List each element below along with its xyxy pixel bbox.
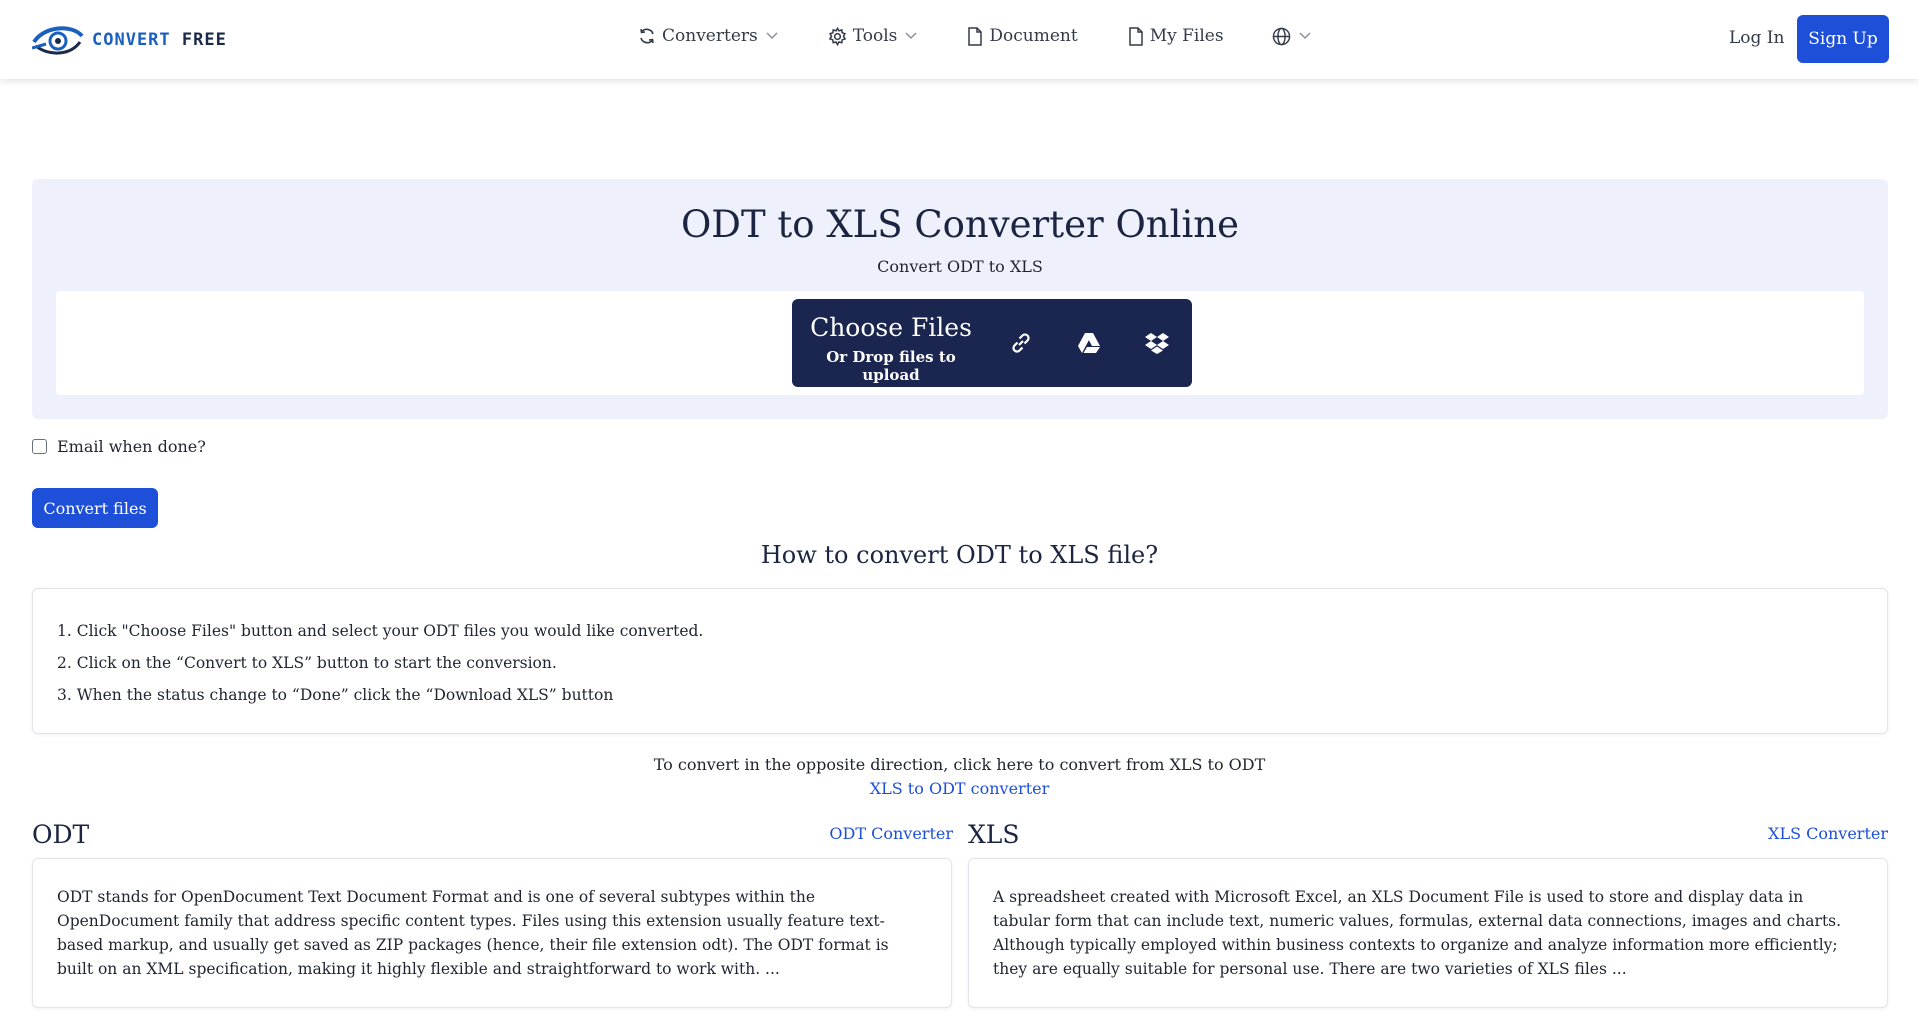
nav-my-files[interactable]: My Files [1128,26,1224,46]
file-dropzone[interactable]: Choose Files Or Drop files to upload [56,291,1864,395]
odt-converter-link[interactable]: ODT Converter [829,824,953,843]
site-header: CONVERT FREE Converters Tools Document M… [0,0,1919,79]
nav-my-files-label: My Files [1149,26,1224,46]
file-icon [1128,26,1143,46]
email-label: Email when done? [57,437,206,456]
nav-document[interactable]: Document [967,26,1078,46]
email-option: Email when done? [32,437,206,456]
logo-text: CONVERT FREE [92,30,227,50]
nav-language[interactable] [1272,27,1311,46]
odt-section-title: ODT [32,820,90,849]
link-icon [1012,333,1030,353]
xls-description-card: A spreadsheet created with Microsoft Exc… [968,858,1888,1008]
converter-hero: ODT to XLS Converter Online Convert ODT … [32,179,1888,419]
nav-converters[interactable]: Converters [638,26,778,46]
logo-eye-icon [32,26,84,55]
chevron-down-icon [1299,32,1311,40]
globe-icon [1272,27,1290,45]
xls-to-odt-link[interactable]: XLS to ODT converter [870,779,1050,798]
logo[interactable]: CONVERT FREE [32,20,227,60]
chevron-down-icon [766,32,778,40]
main-nav: Converters Tools Document My Files [638,26,1311,46]
login-link[interactable]: Log In [1729,28,1784,48]
drop-hint: Or Drop files to upload [826,348,956,384]
choose-files-label: Choose Files [810,313,972,342]
nav-tools-label: Tools [852,26,898,46]
dropbox-button[interactable] [1144,330,1170,356]
refresh-icon [640,28,654,44]
nav-document-label: Document [989,26,1078,46]
choose-files-button[interactable]: Choose Files Or Drop files to upload [806,313,976,384]
opposite-converter-link: XLS to ODT converter [0,779,1919,798]
xls-converter-link[interactable]: XLS Converter [1768,824,1888,843]
howto-step: 1. Click "Choose Files" button and selec… [57,622,704,640]
page-title: ODT to XLS Converter Online [680,203,1240,246]
convert-files-button[interactable]: Convert files [32,488,158,528]
page-subtitle: Convert ODT to XLS [877,257,1043,276]
url-upload-button[interactable] [1008,330,1034,356]
document-icon [968,26,983,46]
nav-tools[interactable]: Tools [828,26,918,46]
google-drive-button[interactable] [1076,330,1102,356]
howto-steps: 1. Click "Choose Files" button and selec… [32,588,1888,734]
odt-description-card: ODT stands for OpenDocument Text Documen… [32,858,952,1008]
xls-section-title: XLS [968,820,1020,849]
dropbox-icon [1145,333,1169,354]
email-checkbox[interactable] [32,439,47,454]
howto-title: How to convert ODT to XLS file? [760,541,1159,569]
howto-step: 3. When the status change to “Done” clic… [57,686,614,704]
chevron-down-icon [905,32,917,40]
gear-icon [828,26,846,46]
google-drive-icon [1078,333,1100,353]
howto-step: 2. Click on the “Convert to XLS” button … [57,654,557,672]
signup-button[interactable]: Sign Up [1797,15,1889,63]
upload-box: Choose Files Or Drop files to upload [792,299,1192,387]
nav-converters-label: Converters [662,26,758,46]
opposite-direction-text: To convert in the opposite direction, cl… [653,755,1266,774]
